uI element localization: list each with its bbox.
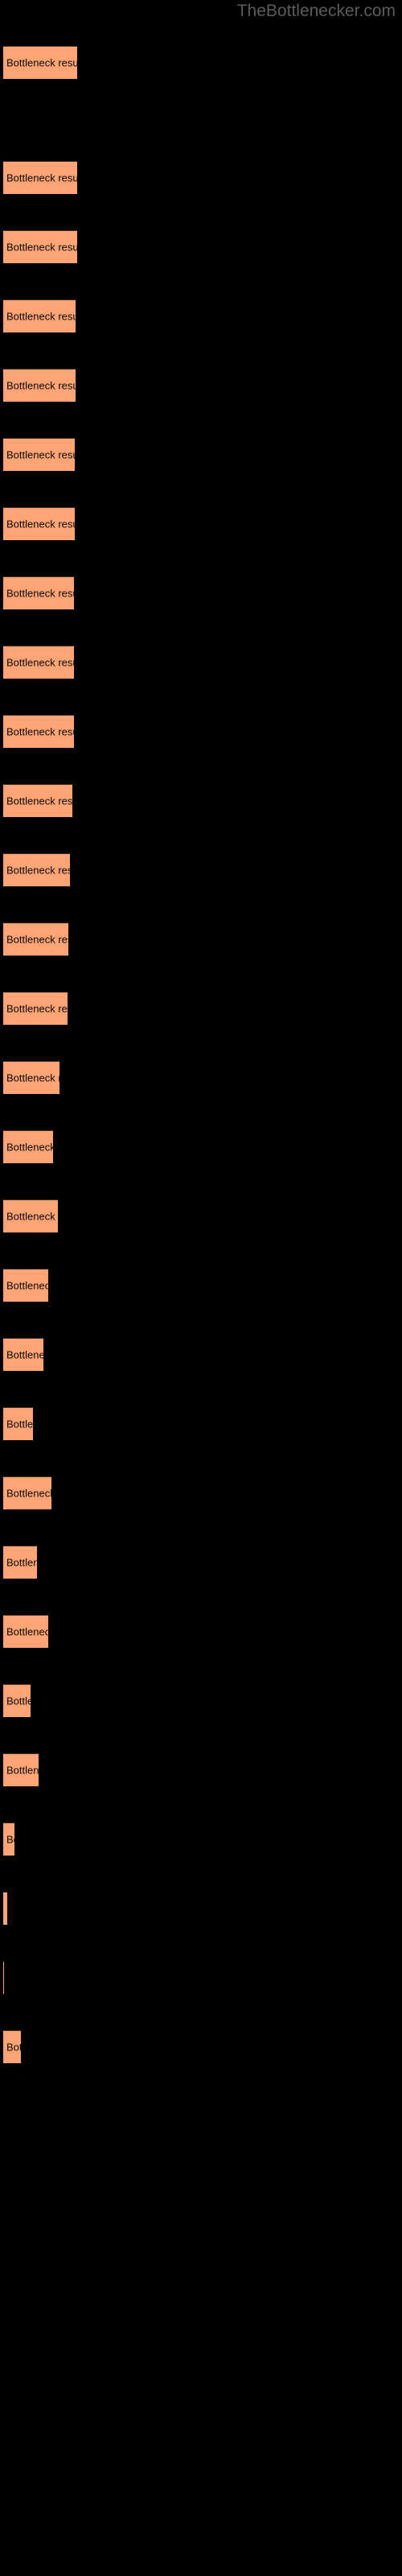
bar: Bottleneck result — [3, 46, 77, 79]
bar-row: Bottleneck result — [0, 1892, 402, 1925]
bar-row: Bottleneck result — [0, 1269, 402, 1302]
bar-row: Bottleneck result — [0, 1546, 402, 1579]
bar-row: Bottleneck result — [0, 1823, 402, 1856]
bar-row: Bottleneck result — [0, 46, 402, 79]
bar: Bottleneck result — [3, 1199, 58, 1232]
bar-row: Bottleneck result — [0, 1961, 402, 1994]
bar-row: Bottleneck result — [0, 923, 402, 956]
bar-row: Bottleneck result — [0, 369, 402, 402]
bar-label: Bottleneck result — [6, 1141, 53, 1154]
bar-row: Bottleneck result — [0, 2030, 402, 2063]
bar: Bottleneck result — [3, 1546, 37, 1579]
bar: Bottleneck result — [3, 853, 70, 886]
bar-label: Bottleneck result — [6, 1695, 31, 1707]
bar-label: Bottleneck result — [6, 1071, 59, 1084]
bar-row: Bottleneck result — [0, 646, 402, 679]
bottleneck-chart: TheBottlenecker.com Bottleneck result Bot… — [0, 0, 402, 2576]
bar: Bottleneck result — [3, 1269, 48, 1302]
bar: Bottleneck result — [3, 1338, 43, 1371]
bar-row: Bottleneck result — [0, 1476, 402, 1509]
bar-label: Bottleneck result — [6, 1556, 37, 1569]
bar: Bottleneck result — [3, 1615, 48, 1648]
bar: Bottleneck result — [3, 1892, 7, 1925]
bar-label: Bottleneck result — [6, 56, 77, 69]
bar-row: Bottleneck result — [0, 576, 402, 609]
bar-label: Bottleneck result — [6, 1348, 43, 1361]
bar: Bottleneck result — [3, 507, 75, 540]
bar: Bottleneck result — [3, 1061, 59, 1094]
bar-row: Bottleneck result — [0, 1684, 402, 1717]
bar-label: Bottleneck result — [6, 1210, 58, 1223]
bar-label: Bottleneck result — [6, 1487, 51, 1500]
bar-label: Bottleneck result — [6, 1833, 14, 1846]
bar: Bottleneck result — [3, 784, 72, 817]
bar-row: Bottleneck result — [0, 715, 402, 748]
bar: Bottleneck result — [3, 369, 76, 402]
bar: Bottleneck result — [3, 438, 75, 471]
bar: Bottleneck result — [3, 230, 77, 263]
bar-row: Bottleneck result — [0, 1199, 402, 1232]
bar: Bottleneck result — [3, 923, 68, 956]
bar: Bottleneck result — [3, 1130, 53, 1163]
bar-row: Bottleneck result — [0, 1338, 402, 1371]
bar-label: Bottleneck result — [6, 448, 75, 461]
bar-row: Bottleneck result — [0, 784, 402, 817]
bar: Bottleneck result — [3, 1961, 4, 1994]
bar-label: Bottleneck result — [6, 518, 75, 530]
bar-row: Bottleneck result — [0, 1753, 402, 1786]
bar: Bottleneck result — [3, 715, 74, 748]
bar-row: Bottleneck result — [0, 1061, 402, 1094]
bar: Bottleneck result — [3, 646, 74, 679]
bar: Bottleneck result — [3, 1684, 31, 1717]
bar: Bottleneck result — [3, 576, 74, 609]
bar: Bottleneck result — [3, 299, 76, 332]
bar-label: Bottleneck result — [6, 379, 76, 392]
bar-label: Bottleneck result — [6, 933, 68, 946]
bar: Bottleneck result — [3, 1476, 51, 1509]
bar-label: Bottleneck result — [6, 864, 70, 877]
bar-row: Bottleneck result — [0, 230, 402, 263]
bar: Bottleneck result — [3, 161, 77, 194]
bar-label: Bottleneck result — [6, 587, 74, 600]
bar-label: Bottleneck result — [6, 795, 72, 807]
bar-row: Bottleneck result — [0, 1407, 402, 1440]
bar-label: Bottleneck result — [6, 310, 76, 323]
bar-row: Bottleneck result — [0, 992, 402, 1025]
bar-label: Bottleneck result — [6, 1279, 48, 1292]
bar-label: Bottleneck result — [6, 241, 77, 254]
bar-row: Bottleneck result — [0, 507, 402, 540]
bar-row: Bottleneck result — [0, 299, 402, 332]
bar-row: Bottleneck result — [0, 438, 402, 471]
bar-label: Bottleneck result — [6, 725, 74, 738]
bar: Bottleneck result — [3, 992, 68, 1025]
bar: Bottleneck result — [3, 2030, 21, 2063]
bar-row: Bottleneck result — [0, 161, 402, 194]
bar-label: Bottleneck result — [6, 1903, 7, 1915]
bar-label: Bottleneck result — [6, 171, 77, 184]
bar-label: Bottleneck result — [6, 1625, 48, 1638]
bar: Bottleneck result — [3, 1823, 14, 1856]
bar-label: Bottleneck result — [6, 1002, 68, 1015]
bar-row: Bottleneck result — [0, 1130, 402, 1163]
bar-row: Bottleneck result — [0, 1615, 402, 1648]
bar-row: Bottleneck result — [0, 853, 402, 886]
bar-label: Bottleneck result — [6, 2041, 21, 2054]
bar-label: Bottleneck result — [6, 656, 74, 669]
bar-label: Bottleneck result — [6, 1764, 39, 1777]
bar-label: Bottleneck result — [6, 1418, 33, 1430]
bar: Bottleneck result — [3, 1753, 39, 1786]
bar-plot-area: Bottleneck result Bottleneck result Bottle… — [0, 0, 402, 2576]
bar: Bottleneck result — [3, 1407, 33, 1440]
